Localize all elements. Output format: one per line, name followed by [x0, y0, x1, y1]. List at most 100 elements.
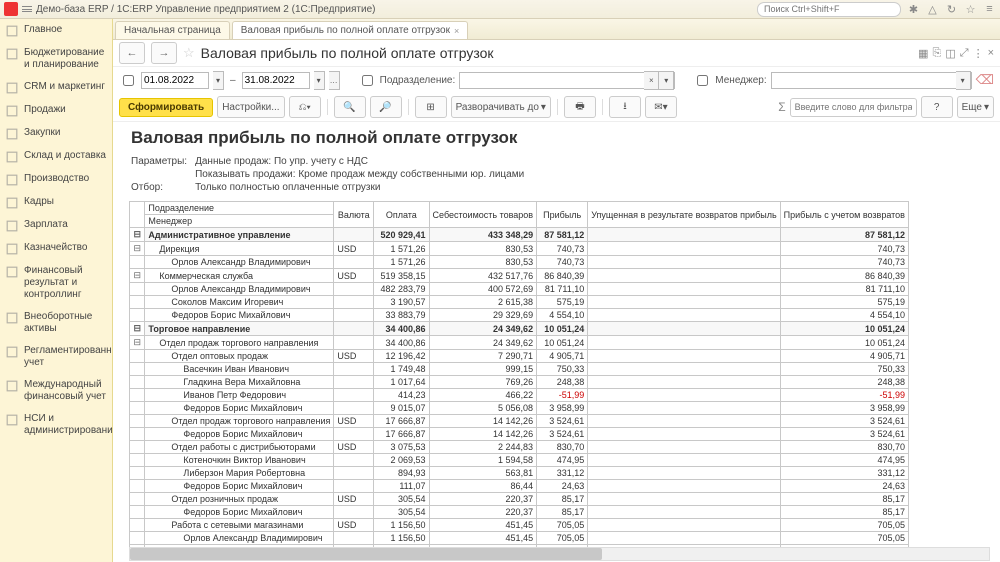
favorite-icon[interactable]: ☆	[183, 45, 195, 61]
h-scrollbar[interactable]	[129, 547, 990, 561]
sidebar-item-salary[interactable]: Зарплата	[0, 214, 112, 237]
link-icon[interactable]: ⎘	[933, 47, 942, 60]
scrollbar-thumb[interactable]	[130, 548, 602, 560]
run-button[interactable]: Сформировать	[119, 98, 213, 117]
quick-filter-input[interactable]	[790, 98, 917, 117]
tree-button[interactable]: ⊞	[415, 96, 447, 118]
table-row[interactable]: Орлов Александр Владимирович1 571,26830,…	[130, 256, 909, 269]
table-row[interactable]: Васечкин Иван Иванович1 749,48999,15750,…	[130, 363, 909, 376]
table-row[interactable]: Федоров Борис Михайлович111,0786,4424,63…	[130, 480, 909, 493]
sidebar-item-label: Продажи	[24, 104, 66, 116]
help-button[interactable]: ?	[921, 96, 953, 118]
print-preview-icon[interactable]: ▦	[918, 47, 928, 60]
settings-button[interactable]: Настройки...	[217, 96, 284, 118]
sidebar-item-hr[interactable]: Кадры	[0, 191, 112, 214]
table-row[interactable]: ⊟Административное управление520 929,4143…	[130, 228, 909, 242]
table-row[interactable]: Федоров Борис Михайлович17 666,8714 142,…	[130, 428, 909, 441]
menu-icon[interactable]: ≡	[983, 3, 996, 16]
sidebar-item-crm[interactable]: CRM и маркетинг	[0, 76, 112, 99]
clear-filters-icon[interactable]: ⌫	[976, 72, 994, 88]
tab-report[interactable]: Валовая прибыль по полной оплате отгрузо…	[232, 21, 468, 39]
table-row[interactable]: Работа с сетевыми магазинамиUSD1 156,504…	[130, 519, 909, 532]
sidebar-item-intl[interactable]: Международный финансовый учет	[0, 374, 112, 408]
org-clear-icon[interactable]: ×	[644, 71, 659, 90]
sparkle-icon[interactable]: ✱	[907, 3, 920, 16]
table-row[interactable]: Соколов Максим Игоревич3 190,572 615,385…	[130, 296, 909, 309]
table-row[interactable]: ⊟Торговое направление34 400,8624 349,621…	[130, 322, 909, 336]
table-row[interactable]: Отдел продаж торгового направленияUSD17 …	[130, 415, 909, 428]
sidebar-item-prod[interactable]: Производство	[0, 168, 112, 191]
nav-back-button[interactable]: ←	[119, 42, 145, 64]
table-row[interactable]: ⊟Отдел продаж торгового направления34 40…	[130, 336, 909, 350]
date-from-input[interactable]	[141, 72, 209, 89]
nav-fwd-button[interactable]: →	[151, 42, 177, 64]
history-icon[interactable]: ↻	[945, 3, 958, 16]
save-button[interactable]: ⭳	[609, 96, 641, 118]
expand-to-button[interactable]: Разворачивать до ▾	[451, 96, 551, 118]
variants-button[interactable]: ⎌▾	[289, 96, 321, 118]
table-row[interactable]: Орлов Александр Владимирович482 283,7940…	[130, 283, 909, 296]
table-row[interactable]: Федоров Борис Михайлович9 015,075 056,08…	[130, 402, 909, 415]
bell-icon[interactable]: △	[926, 3, 939, 16]
org-combo[interactable]: ×▾	[459, 72, 675, 89]
table-row[interactable]: Федоров Борис Михайлович33 883,7929 329,…	[130, 309, 909, 322]
find-button[interactable]: 🔍	[334, 96, 366, 118]
table-row[interactable]: Орлов Александр Владимирович1 156,50451,…	[130, 532, 909, 545]
mgr-checkbox[interactable]	[697, 75, 708, 86]
sidebar: ГлавноеБюджетирование и планированиеCRM …	[0, 19, 113, 562]
chart-icon[interactable]: ◫	[945, 47, 955, 60]
sidebar-item-wh[interactable]: Склад и доставка	[0, 145, 112, 168]
chevron-down-icon[interactable]: ▾	[659, 71, 674, 90]
sidebar-item-sales[interactable]: Продажи	[0, 99, 112, 122]
date-to-dd-icon[interactable]: ▾	[314, 71, 325, 90]
org-checkbox[interactable]	[362, 75, 373, 86]
report-toolbar: Сформировать Настройки... ⎌▾ 🔍 🔎 ⊞ Разво…	[113, 93, 1000, 122]
close-page-icon[interactable]: ×	[988, 47, 994, 60]
sidebar-item-nsi[interactable]: НСИ и администрирование	[0, 408, 112, 442]
tab-home[interactable]: Начальная страница	[115, 21, 230, 39]
table-row[interactable]: Отдел розничных продажUSD305,54220,3785,…	[130, 493, 909, 506]
sidebar-item-treasury[interactable]: Казначейство	[0, 237, 112, 260]
period-checkbox[interactable]	[123, 75, 134, 86]
mgr-combo[interactable]: ▾	[771, 72, 972, 89]
table-row[interactable]: Отдел работы с дистрибьюторамиUSD3 075,5…	[130, 441, 909, 454]
close-icon[interactable]: ×	[454, 26, 459, 36]
table-row[interactable]: ⊟ДирекцияUSD1 571,26830,53740,73740,73	[130, 242, 909, 256]
star-icon[interactable]: ☆	[964, 3, 977, 16]
menu-dots-icon[interactable]: ⋮	[973, 47, 984, 60]
chevron-down-icon[interactable]: ▾	[956, 71, 971, 90]
find2-button[interactable]: 🔎	[370, 96, 402, 118]
sidebar-item-assets[interactable]: Внеоборотные активы	[0, 306, 112, 340]
table-row[interactable]: Котеночкин Виктор Иванович2 069,531 594,…	[130, 454, 909, 467]
sidebar-item-reg[interactable]: Регламентированный учет	[0, 340, 112, 374]
sidebar-item-budget[interactable]: Бюджетирование и планирование	[0, 42, 112, 76]
period-ellipsis-button[interactable]: …	[329, 71, 340, 90]
global-search-input[interactable]	[757, 2, 901, 17]
more-button[interactable]: Еще ▾	[957, 96, 994, 118]
table-row[interactable]: Федоров Борис Михайлович305,54220,3785,1…	[130, 506, 909, 519]
expand-icon[interactable]: ⤢	[960, 47, 969, 60]
report-grid[interactable]: ПодразделениеВалютаОплатаСебестоимость т…	[129, 201, 909, 558]
burger-icon[interactable]	[22, 6, 32, 12]
sidebar-item-label: Внеоборотные активы	[24, 311, 106, 335]
module-icon	[6, 48, 18, 60]
sidebar-item-main[interactable]: Главное	[0, 19, 112, 42]
table-row[interactable]: ⊟Коммерческая службаUSD519 358,15432 517…	[130, 269, 909, 283]
mail-button[interactable]: ✉▾	[645, 96, 677, 118]
module-icon	[6, 266, 18, 278]
module-icon	[6, 220, 18, 232]
sidebar-item-fin[interactable]: Финансовый результат и контроллинг	[0, 260, 112, 306]
table-row[interactable]: Иванов Петр Федорович414,23466,22-51,99-…	[130, 389, 909, 402]
table-row[interactable]: Отдел оптовых продажUSD12 196,427 290,71…	[130, 350, 909, 363]
date-from-dd-icon[interactable]: ▾	[213, 71, 224, 90]
tab-home-label: Начальная страница	[124, 25, 221, 36]
date-to-input[interactable]	[242, 72, 310, 89]
print-button[interactable]: 🖶	[564, 96, 596, 118]
table-row[interactable]: Гладкина Вера Михайловна1 017,64769,2624…	[130, 376, 909, 389]
sidebar-item-purch[interactable]: Закупки	[0, 122, 112, 145]
table-row[interactable]: Либерзон Мария Робертовна894,93563,81331…	[130, 467, 909, 480]
module-icon	[6, 25, 18, 37]
sigma-icon[interactable]: Σ	[778, 100, 785, 114]
params-label: Параметры:	[131, 156, 193, 167]
module-icon	[6, 312, 18, 324]
